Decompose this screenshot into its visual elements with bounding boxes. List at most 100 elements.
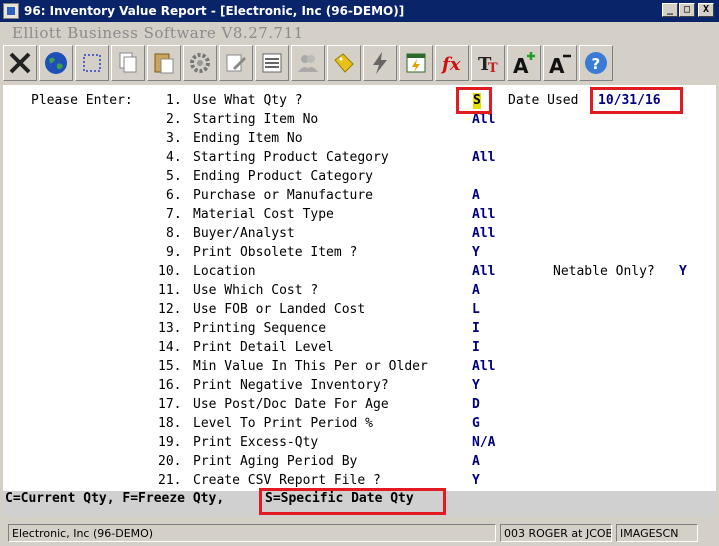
lightning-icon bbox=[373, 52, 387, 74]
help-button[interactable]: ? bbox=[579, 45, 613, 81]
tag-icon bbox=[334, 53, 354, 73]
text-style-button[interactable]: TT bbox=[471, 45, 505, 81]
app-name: Elliott Business Software V8.27.711 bbox=[12, 24, 304, 42]
field-number: 18. bbox=[158, 416, 182, 431]
app-icon[interactable] bbox=[3, 3, 19, 19]
qty-highlight-box bbox=[456, 87, 492, 114]
paste-icon bbox=[154, 53, 174, 74]
field-label: Starting Product Category bbox=[193, 150, 389, 165]
field-value[interactable]: All bbox=[472, 226, 495, 242]
field-number: 2. bbox=[166, 112, 182, 127]
field-number: 4. bbox=[166, 150, 182, 165]
settings-button[interactable] bbox=[183, 45, 217, 81]
netable-only-value[interactable]: Y bbox=[679, 264, 687, 280]
field-number: 11. bbox=[158, 283, 182, 298]
paste-button[interactable] bbox=[147, 45, 181, 81]
function-button[interactable]: fx bbox=[435, 45, 469, 81]
netable-only-label: Netable Only? bbox=[553, 264, 655, 279]
field-label: Print Obsolete Item ? bbox=[193, 245, 358, 260]
field-label: Create CSV Report File ? bbox=[193, 473, 381, 488]
list-icon bbox=[262, 53, 282, 73]
field-value[interactable]: Y bbox=[472, 245, 480, 261]
hint-highlight-box bbox=[259, 488, 446, 515]
field-value[interactable]: I bbox=[472, 321, 480, 337]
users-button[interactable] bbox=[291, 45, 325, 81]
edit-button[interactable] bbox=[219, 45, 253, 81]
field-value[interactable]: All bbox=[472, 207, 495, 223]
font-smaller-button[interactable]: A bbox=[543, 45, 577, 81]
field-number: 17. bbox=[158, 397, 182, 412]
svg-text:T: T bbox=[488, 61, 498, 76]
field-label: Buyer/Analyst bbox=[193, 226, 295, 241]
field-value[interactable]: Y bbox=[472, 378, 480, 394]
svg-text:?: ? bbox=[592, 55, 601, 73]
function-icon: fx bbox=[440, 54, 461, 75]
field-number: 16. bbox=[158, 378, 182, 393]
calendar-button[interactable] bbox=[399, 45, 433, 81]
lightning-button[interactable] bbox=[363, 45, 397, 81]
field-value[interactable]: A bbox=[472, 188, 480, 204]
field-label: Print Aging Period By bbox=[193, 454, 358, 469]
minimize-button[interactable]: _ bbox=[662, 3, 678, 17]
exit-icon bbox=[9, 52, 31, 74]
field-label: Printing Sequence bbox=[193, 321, 327, 336]
field-value[interactable]: A bbox=[472, 283, 480, 299]
edit-icon bbox=[226, 54, 246, 72]
font-larger-button[interactable]: A bbox=[507, 45, 541, 81]
field-number: 15. bbox=[158, 359, 182, 374]
title-bar: 96: Inventory Value Report - [Electronic… bbox=[0, 0, 719, 22]
field-number: 7. bbox=[166, 207, 182, 222]
tag-button[interactable] bbox=[327, 45, 361, 81]
field-value[interactable]: All bbox=[472, 264, 495, 280]
field-label: Purchase or Manufacture bbox=[193, 188, 374, 203]
field-number: 13. bbox=[158, 321, 182, 336]
scan-status: IMAGESCN bbox=[616, 524, 698, 542]
field-label: Ending Product Category bbox=[193, 169, 374, 184]
field-value[interactable]: Y bbox=[472, 473, 480, 489]
field-label: Level To Print Period % bbox=[193, 416, 374, 431]
field-number: 19. bbox=[158, 435, 182, 450]
date-used-label: Date Used bbox=[508, 93, 579, 108]
svg-text:A: A bbox=[549, 54, 565, 76]
field-value[interactable]: All bbox=[472, 359, 495, 375]
close-button[interactable]: X bbox=[698, 3, 714, 17]
users-icon bbox=[298, 55, 318, 72]
field-value[interactable]: All bbox=[472, 112, 495, 128]
date-highlight-box bbox=[590, 87, 683, 114]
field-label: Min Value In This Per or Older bbox=[193, 359, 428, 374]
user-status: 003 ROGER at JCOB bbox=[500, 524, 612, 542]
hint-text: C=Current Qty, F=Freeze Qty, bbox=[5, 491, 225, 506]
field-value[interactable]: I bbox=[472, 340, 480, 356]
field-label: Starting Item No bbox=[193, 112, 319, 127]
settings-icon bbox=[190, 53, 210, 73]
font-smaller-icon: A bbox=[549, 54, 571, 76]
prompt-label: Please Enter: bbox=[31, 93, 133, 108]
field-label: Print Excess-Qty bbox=[193, 435, 319, 450]
field-value[interactable]: D bbox=[472, 397, 480, 413]
field-number: 9. bbox=[166, 245, 182, 260]
field-value[interactable]: N/A bbox=[472, 435, 495, 451]
exit-button[interactable] bbox=[3, 45, 37, 81]
internet-button[interactable] bbox=[39, 45, 73, 81]
field-value[interactable]: L bbox=[472, 302, 480, 318]
field-label: Use Post/Doc Date For Age bbox=[193, 397, 389, 412]
field-number: 10. bbox=[158, 264, 182, 279]
list-button[interactable] bbox=[255, 45, 289, 81]
field-label: Use What Qty ? bbox=[193, 93, 303, 108]
toolbar: fx TT A A ? bbox=[3, 45, 619, 83]
svg-text:fx: fx bbox=[440, 54, 461, 75]
field-value[interactable]: A bbox=[472, 454, 480, 470]
maximize-button[interactable]: □ bbox=[679, 3, 695, 17]
field-label: Print Detail Level bbox=[193, 340, 334, 355]
calendar-icon bbox=[406, 53, 426, 73]
field-label: Print Negative Inventory? bbox=[193, 378, 389, 393]
select-button[interactable] bbox=[75, 45, 109, 81]
field-number: 6. bbox=[166, 188, 182, 203]
field-number: 21. bbox=[158, 473, 182, 488]
window-title: 96: Inventory Value Report - [Electronic… bbox=[24, 4, 405, 18]
copy-button[interactable] bbox=[111, 45, 145, 81]
field-value[interactable]: All bbox=[472, 150, 495, 166]
field-number: 1. bbox=[166, 93, 182, 108]
font-larger-icon: A bbox=[513, 52, 535, 76]
field-value[interactable]: G bbox=[472, 416, 480, 432]
